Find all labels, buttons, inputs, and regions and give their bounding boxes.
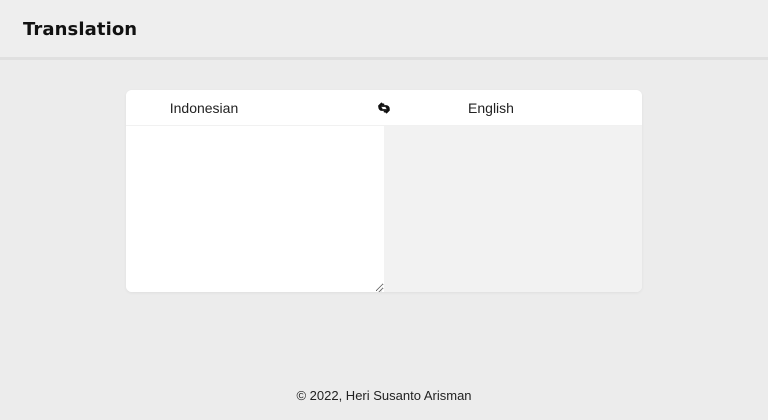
source-language-selector[interactable]: Indonesian bbox=[126, 90, 282, 126]
textarea-resize-handle[interactable] bbox=[375, 282, 383, 292]
swap-arrows-icon bbox=[377, 102, 391, 114]
translation-output bbox=[384, 126, 642, 292]
source-text-input[interactable] bbox=[126, 126, 384, 292]
target-language-selector[interactable]: English bbox=[416, 90, 566, 126]
swap-languages-button[interactable] bbox=[376, 100, 392, 116]
app-header: Translation bbox=[0, 0, 768, 60]
language-bar: Indonesian English bbox=[126, 90, 642, 126]
translator-card: Indonesian English bbox=[126, 90, 642, 292]
footer-copyright: © 2022, Heri Susanto Arisman bbox=[296, 388, 472, 403]
page-title: Translation bbox=[23, 19, 138, 40]
